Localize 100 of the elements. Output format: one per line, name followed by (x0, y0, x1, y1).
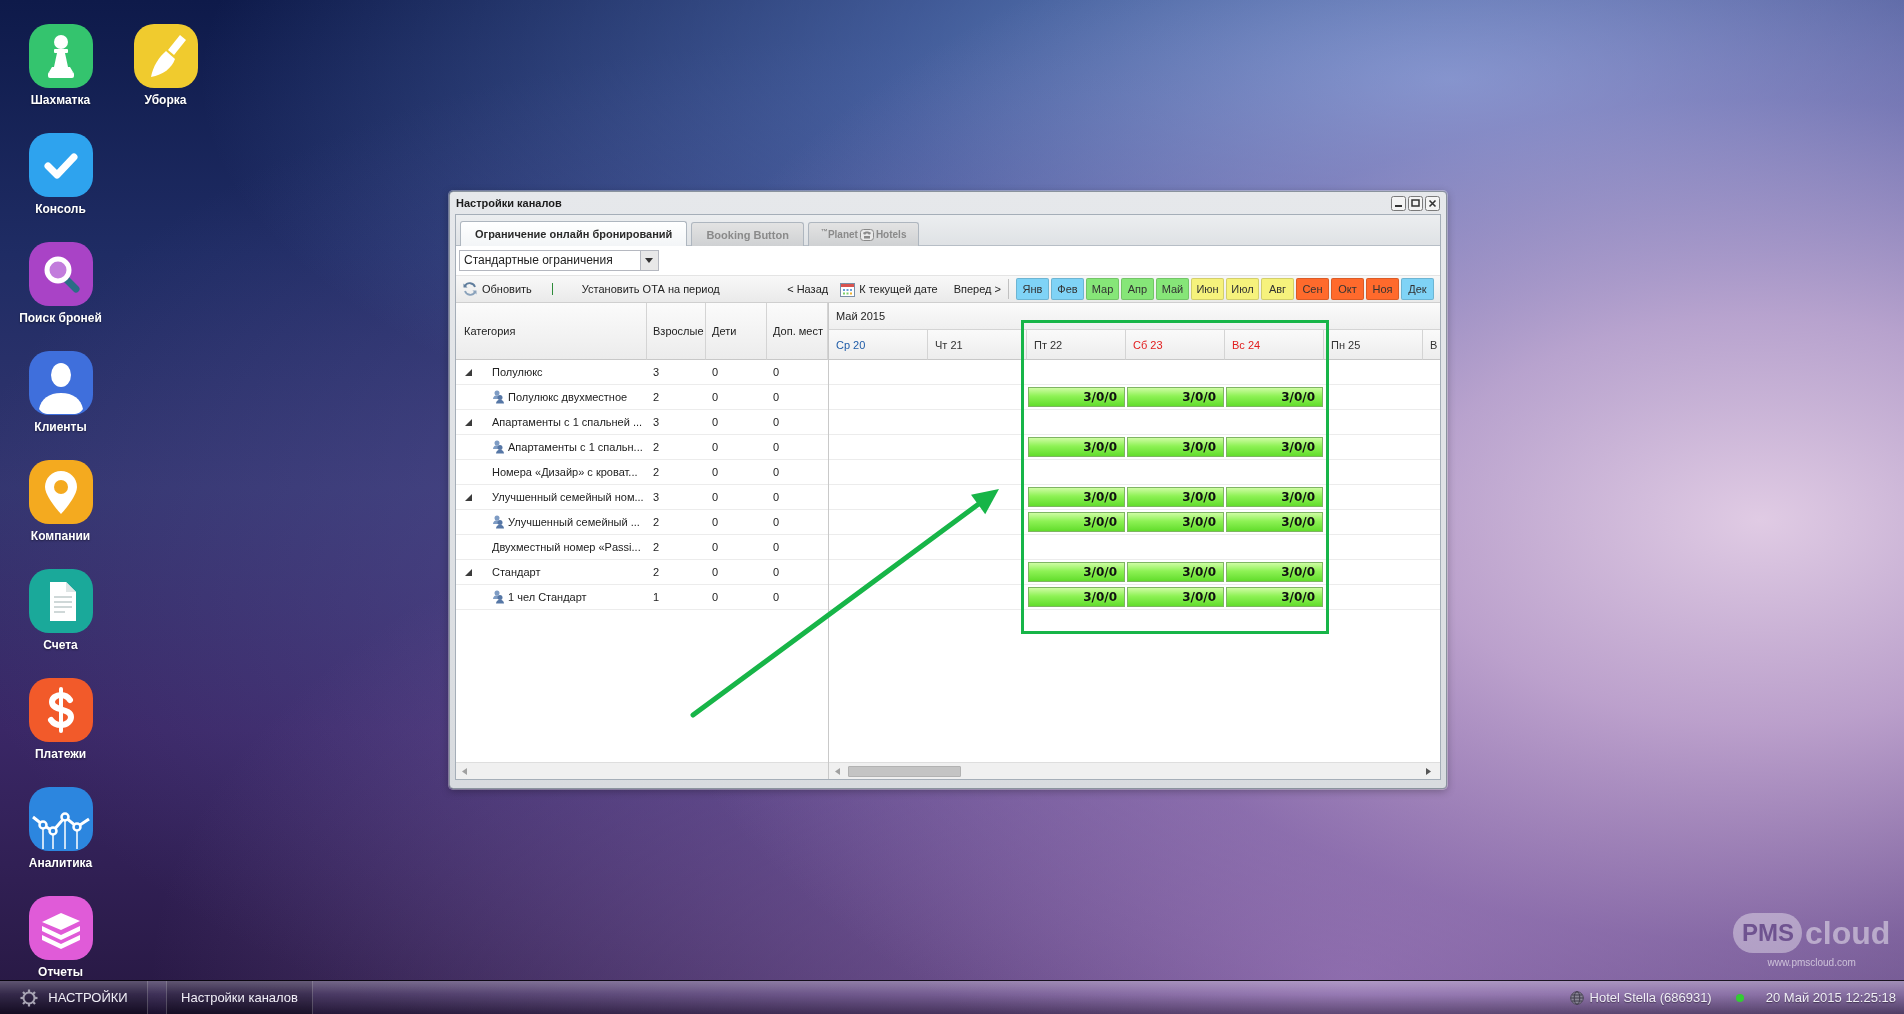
desktop-shortcut[interactable]: Шахматка (28, 24, 93, 108)
column-header[interactable]: Дети (706, 303, 767, 360)
month-button[interactable]: Ноя (1366, 278, 1399, 300)
column-header[interactable]: Взрослые (647, 303, 706, 360)
desktop-shortcut[interactable]: Консоль (28, 133, 93, 217)
dollar-icon[interactable] (28, 678, 93, 742)
minimize-icon[interactable] (1391, 195, 1406, 211)
month-button[interactable]: Апр (1121, 278, 1154, 300)
table-cell-text: 0 (711, 516, 719, 528)
month-button[interactable]: Июл (1226, 278, 1259, 300)
availability-cell[interactable]: 3/0/0 (1127, 387, 1224, 407)
day-header: Ср 20 (829, 330, 928, 360)
month-header: Май 2015 (829, 303, 1440, 330)
month-button[interactable]: Сен (1296, 278, 1329, 300)
column-header[interactable]: Категория (456, 303, 647, 360)
desktop-shortcut[interactable]: Клиенты (28, 351, 93, 435)
availability-cell[interactable]: 3/0/0 (1028, 587, 1125, 607)
availability-cell[interactable]: 3/0/0 (1226, 387, 1323, 407)
availability-cell[interactable]: 3/0/0 (1226, 562, 1323, 582)
desktop-shortcut[interactable]: Аналитика (28, 787, 93, 871)
desktop-shortcut[interactable]: Отчеты (28, 896, 93, 980)
availability-cell[interactable]: 3/0/0 (1028, 437, 1125, 457)
desktop-shortcut[interactable]: Уборка (133, 24, 198, 108)
availability-cell[interactable]: 3/0/0 (1127, 562, 1224, 582)
forward-button[interactable]: Вперед > (953, 283, 1001, 295)
desktop-shortcut[interactable]: Компании (28, 460, 93, 544)
start-button[interactable]: НАСТРОЙКИ (0, 981, 148, 1014)
expander-triangle-icon[interactable] (465, 568, 472, 576)
horizontal-scrollbar[interactable] (829, 762, 1440, 779)
month-button[interactable]: Мар (1086, 278, 1119, 300)
logo-url: www.pmscloud.com (1767, 957, 1856, 968)
person-silhouette-icon[interactable] (28, 351, 93, 415)
expander-triangle-icon[interactable] (465, 493, 472, 501)
month-button[interactable]: Окт (1331, 278, 1364, 300)
set-ota-button[interactable]: Установить ОТА на период (581, 283, 720, 295)
line-chart-icon[interactable] (28, 787, 93, 851)
column-header[interactable]: Доп. мест (767, 303, 828, 360)
today-button[interactable]: К текущей дате (840, 281, 938, 297)
category-name: Полулюкс двухместное (508, 391, 628, 403)
category-name: Двухместный номер «Passi... (492, 541, 641, 553)
availability-cell[interactable]: 3/0/0 (1028, 512, 1125, 532)
refresh-icon (462, 281, 478, 297)
month-button[interactable]: Июн (1191, 278, 1224, 300)
settings-icon (19, 987, 40, 1008)
horizontal-scrollbar[interactable] (456, 762, 828, 779)
table-cell-text: 0 (772, 516, 780, 528)
checkmark-icon[interactable] (28, 133, 93, 197)
right-arrow-icon[interactable] (1426, 767, 1431, 775)
category-name: Стандарт (492, 566, 541, 578)
availability-cell[interactable]: 3/0/0 (1127, 487, 1224, 507)
table-cell-text: 0 (711, 416, 719, 428)
month-button[interactable]: Авг (1261, 278, 1294, 300)
people-icon (492, 390, 505, 404)
month-button[interactable]: Дек (1401, 278, 1434, 300)
availability-cell[interactable]: 3/0/0 (1127, 587, 1224, 607)
desktop-shortcut[interactable]: Счета (28, 569, 93, 653)
availability-cell[interactable]: 3/0/0 (1226, 512, 1323, 532)
table-cell-text: 0 (711, 366, 719, 378)
availability-cell[interactable]: 3/0/0 (1028, 387, 1125, 407)
hotel-name: Hotel Stella (686931) (1589, 990, 1712, 1005)
table-cell-text: 2 (652, 391, 660, 403)
availability-cell[interactable]: 3/0/0 (1127, 512, 1224, 532)
availability-cell[interactable]: 3/0/0 (1226, 587, 1323, 607)
tab[interactable]: Ограничение онлайн бронирований (460, 221, 688, 246)
availability-cell[interactable]: 3/0/0 (1028, 562, 1125, 582)
back-button[interactable]: < Назад (787, 283, 829, 295)
search-icon[interactable] (28, 242, 93, 306)
availability-cell[interactable]: 3/0/0 (1127, 437, 1224, 457)
category-name: Номера «Дизайр» с кроват... (492, 466, 638, 478)
table-cell-text: 0 (711, 391, 719, 403)
map-pin-icon[interactable] (28, 460, 93, 524)
month-button[interactable]: Май (1156, 278, 1189, 300)
refresh-button[interactable]: Обновить (462, 281, 532, 297)
desktop-shortcut[interactable]: Платежи (28, 678, 93, 762)
people-icon (492, 440, 505, 454)
table-cell-text: 3 (652, 416, 660, 428)
table-cell-text: 2 (652, 541, 660, 553)
pawn-icon[interactable] (28, 24, 93, 88)
calendar-icon (840, 281, 856, 297)
maximize-icon[interactable] (1408, 195, 1423, 211)
availability-cell[interactable]: 3/0/0 (1226, 487, 1323, 507)
close-icon[interactable] (1425, 195, 1440, 211)
expander-triangle-icon[interactable] (465, 368, 472, 376)
table-cell-text: 0 (711, 566, 719, 578)
taskbar-button[interactable]: Настройки каналов (166, 981, 313, 1014)
caret-icon[interactable] (640, 251, 658, 270)
document-icon[interactable] (28, 569, 93, 633)
table-cell-text: 1 (652, 591, 660, 603)
month-button[interactable]: Янв (1016, 278, 1049, 300)
table-cell-text: 0 (772, 591, 780, 603)
restriction-type-dropdown[interactable]: Стандартные ограничения (459, 250, 659, 271)
broom-icon[interactable] (133, 24, 198, 88)
availability-cell[interactable]: 3/0/0 (1028, 487, 1125, 507)
expander-triangle-icon[interactable] (465, 418, 472, 426)
month-button[interactable]: Фев (1051, 278, 1084, 300)
table-cell-text: 0 (711, 591, 719, 603)
scrollbar-thumb[interactable] (848, 765, 961, 777)
availability-cell[interactable]: 3/0/0 (1226, 437, 1323, 457)
desktop-shortcut[interactable]: Поиск броней (19, 242, 102, 326)
book-stack-icon[interactable] (28, 896, 93, 960)
